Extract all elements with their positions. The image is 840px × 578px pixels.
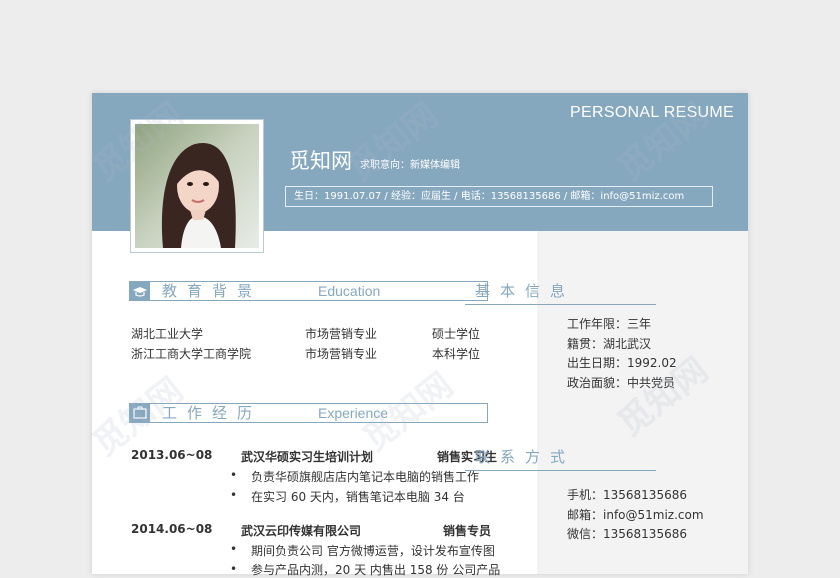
contact-item: 微信：13568135686	[567, 527, 687, 541]
basic-info-item: 出生日期：1992.02	[567, 356, 677, 370]
contact-item: 邮箱：info@51miz.com	[567, 508, 704, 522]
experience-section-bar: 工作经历 Experience	[129, 403, 488, 423]
contact-item: 手机：13568135686	[567, 488, 687, 502]
education-section-bar: 教育背景 Education	[129, 281, 488, 301]
edu-degree-2: 本科学位	[432, 347, 481, 361]
job-role-2: 销售专员	[443, 524, 492, 538]
candidate-name: 觅知网	[289, 149, 352, 173]
contact-divider	[465, 470, 656, 471]
experience-title-en: Experience	[318, 405, 389, 421]
profile-photo	[130, 119, 264, 253]
job-1-bullet-dot-2: •	[230, 488, 238, 502]
basic-info-divider	[465, 304, 656, 305]
job-2-bullet-dot-1: •	[230, 542, 238, 556]
edu-school-2: 浙江工商大学工商学院	[131, 347, 252, 361]
job-date-1: 2013.06~08	[131, 448, 213, 462]
portrait-image	[135, 124, 259, 248]
experience-title-cn: 工作经历	[162, 404, 263, 422]
job-intent: 求职意向：新媒体编辑	[360, 160, 460, 171]
edu-degree-1: 硕士学位	[432, 327, 481, 341]
resume-title: PERSONAL RESUME	[570, 104, 734, 121]
education-title-cn: 教育背景	[162, 282, 263, 300]
basic-info-item: 工作年限：三年	[567, 317, 652, 331]
contact-title: 联系方式	[475, 448, 576, 466]
job-2-bullet-1: 期间负责公司 官方微博运营，设计发布宣传图	[251, 544, 495, 558]
job-1-bullet-2: 在实习 60 天内，销售笔记本电脑 34 台	[251, 490, 465, 504]
edu-major-2: 市场营销专业	[305, 347, 378, 361]
job-1-bullet-dot-1: •	[230, 468, 238, 482]
job-company-2: 武汉云印传媒有限公司	[241, 524, 362, 538]
briefcase-icon	[130, 404, 150, 422]
personal-info-bar: 生日：1991.07.07 / 经验：应届生 / 电话：13568135686 …	[285, 186, 713, 207]
job-1-bullet-1: 负责华硕旗舰店店内笔记本电脑的销售工作	[251, 470, 480, 484]
job-date-2: 2014.06~08	[131, 522, 213, 536]
graduation-cap-icon	[130, 282, 150, 300]
basic-info-item: 籍贯：湖北武汉	[567, 337, 652, 351]
job-company-1: 武汉华硕实习生培训计划	[241, 450, 374, 464]
education-title-en: Education	[318, 283, 381, 299]
basic-info-title: 基本信息	[475, 282, 576, 300]
edu-school-1: 湖北工业大学	[131, 327, 204, 341]
job-2-bullet-2: 参与产品内测，20 天 内售出 158 份 公司产品	[251, 563, 501, 577]
edu-major-1: 市场营销专业	[305, 327, 378, 341]
basic-info-item: 政治面貌：中共党员	[567, 376, 676, 390]
